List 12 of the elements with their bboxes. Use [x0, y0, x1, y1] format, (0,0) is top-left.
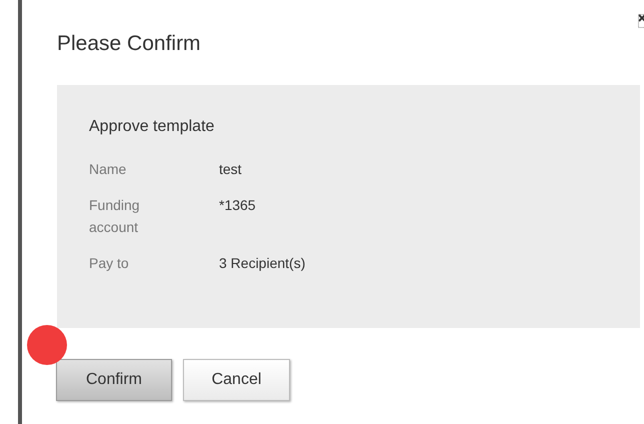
click-indicator [27, 325, 67, 365]
section-heading: Approve template [89, 118, 216, 136]
field-value: 3 Recipient(s) [219, 254, 306, 273]
field-value: *1365 [219, 196, 257, 215]
close-icon[interactable] [638, 14, 644, 28]
field-label: Name [89, 160, 128, 179]
field-value: test [219, 160, 243, 179]
field-label: Funding account [89, 196, 141, 237]
cancel-button[interactable]: Cancel [183, 359, 290, 401]
field-label: Pay to [89, 254, 130, 273]
confirm-button[interactable]: Confirm [56, 359, 172, 401]
dialog-title: Please Confirm [57, 32, 202, 57]
